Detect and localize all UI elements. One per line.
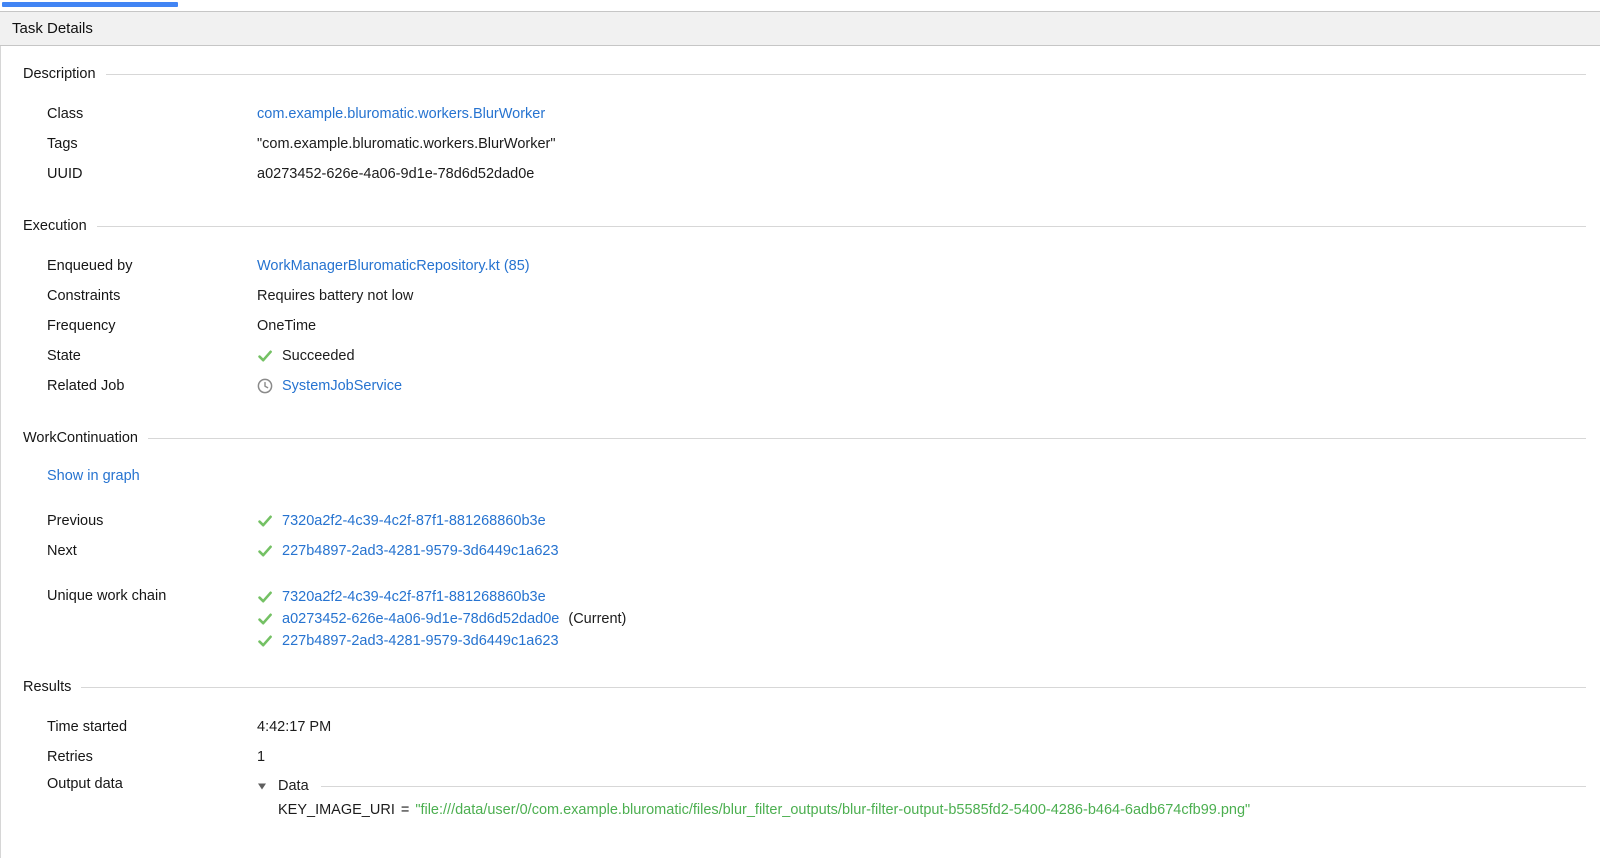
section-work-continuation: WorkContinuation Show in graph Previous … [23, 428, 1586, 650]
section-divider [106, 74, 1586, 75]
chain-suffix-current: (Current) [568, 611, 626, 627]
section-title-results: Results [23, 679, 71, 695]
constraints-value: Requires battery not low [257, 288, 413, 304]
unique-work-chain-label: Unique work chain [47, 588, 257, 604]
section-title-work-continuation: WorkContinuation [23, 430, 138, 446]
related-job-link[interactable]: SystemJobService [282, 378, 402, 394]
constraints-label: Constraints [47, 288, 257, 304]
clock-icon [257, 378, 273, 394]
chain-uuid-link[interactable]: 7320a2f2-4c39-4c2f-87f1-881268860b3e [282, 589, 546, 605]
frequency-label: Frequency [47, 318, 257, 334]
row-class: Class com.example.bluromatic.workers.Blu… [47, 99, 1586, 129]
time-started-label: Time started [47, 719, 257, 735]
section-results: Results Time started 4:42:17 PM Retries … [23, 677, 1586, 821]
section-divider [148, 438, 1586, 439]
section-execution: Execution Enqueued by WorkManagerBluroma… [23, 216, 1586, 401]
chain-uuid-link[interactable]: a0273452-626e-4a06-9d1e-78d6d52dad0e [282, 611, 559, 627]
row-time-started: Time started 4:42:17 PM [47, 712, 1586, 742]
task-details-panel: Description Class com.example.bluromatic… [0, 46, 1600, 858]
class-link[interactable]: com.example.bluromatic.workers.BlurWorke… [257, 106, 545, 122]
section-divider [81, 687, 1586, 688]
uuid-value: a0273452-626e-4a06-9d1e-78d6d52dad0e [257, 166, 534, 182]
section-description: Description Class com.example.bluromatic… [23, 64, 1586, 189]
related-job-label: Related Job [47, 378, 257, 394]
state-label: State [47, 348, 257, 364]
chain-uuid-link[interactable]: 227b4897-2ad3-4281-9579-3d6449c1a623 [282, 633, 559, 649]
row-output-data: Output data Data KEY_IMAGE_URI = "file:/… [47, 772, 1586, 821]
tags-value: "com.example.bluromatic.workers.BlurWork… [257, 136, 556, 152]
output-data-group: Data KEY_IMAGE_URI = "file:///data/user/… [257, 776, 1586, 821]
row-uuid: UUID a0273452-626e-4a06-9d1e-78d6d52dad0… [47, 159, 1586, 189]
row-unique-work-chain: Unique work chain 7320a2f2-4c39-4c2f-87f… [47, 584, 1586, 650]
enqueued-by-link[interactable]: WorkManagerBluromaticRepository.kt (85) [257, 258, 530, 274]
success-check-icon [257, 348, 273, 364]
class-label: Class [47, 106, 257, 122]
panel-header: Task Details [0, 11, 1600, 46]
retries-label: Retries [47, 749, 257, 765]
success-check-icon [257, 589, 273, 605]
chain-item: a0273452-626e-4a06-9d1e-78d6d52dad0e (Cu… [257, 610, 626, 628]
data-divider [321, 786, 1586, 787]
next-uuid-link[interactable]: 227b4897-2ad3-4281-9579-3d6449c1a623 [282, 543, 559, 559]
row-next: Next 227b4897-2ad3-4281-9579-3d6449c1a62… [47, 536, 1586, 566]
output-key-value: KEY_IMAGE_URI = "file:///data/user/0/com… [278, 799, 1586, 821]
output-key-name: KEY_IMAGE_URI [278, 802, 395, 818]
success-check-icon [257, 543, 273, 559]
previous-uuid-link[interactable]: 7320a2f2-4c39-4c2f-87f1-881268860b3e [282, 513, 546, 529]
success-check-icon [257, 633, 273, 649]
row-previous: Previous 7320a2f2-4c39-4c2f-87f1-8812688… [47, 506, 1586, 536]
tags-label: Tags [47, 136, 257, 152]
triangle-down-icon [257, 781, 267, 791]
row-tags: Tags "com.example.bluromatic.workers.Blu… [47, 129, 1586, 159]
section-divider [97, 226, 1586, 227]
equals-sign: = [401, 802, 409, 818]
row-state: State Succeeded [47, 341, 1586, 371]
panel-title: Task Details [12, 20, 93, 37]
show-in-graph-link[interactable]: Show in graph [47, 468, 140, 484]
row-retries: Retries 1 [47, 742, 1586, 772]
output-data-label: Output data [47, 776, 257, 792]
frequency-value: OneTime [257, 318, 316, 334]
state-value: Succeeded [282, 348, 355, 364]
output-key-uri: "file:///data/user/0/com.example.bluroma… [415, 802, 1250, 818]
row-enqueued-by: Enqueued by WorkManagerBluromaticReposit… [47, 251, 1586, 281]
success-check-icon [257, 513, 273, 529]
row-frequency: Frequency OneTime [47, 311, 1586, 341]
data-expander[interactable]: Data [257, 776, 1586, 796]
previous-label: Previous [47, 513, 257, 529]
time-started-value: 4:42:17 PM [257, 719, 331, 735]
chain-item: 227b4897-2ad3-4281-9579-3d6449c1a623 [257, 632, 626, 650]
active-tab-indicator [2, 2, 178, 7]
next-label: Next [47, 543, 257, 559]
section-title-description: Description [23, 66, 96, 82]
chain-item: 7320a2f2-4c39-4c2f-87f1-881268860b3e [257, 588, 626, 606]
data-group-label: Data [278, 778, 309, 794]
section-title-execution: Execution [23, 218, 87, 234]
uuid-label: UUID [47, 166, 257, 182]
success-check-icon [257, 611, 273, 627]
row-constraints: Constraints Requires battery not low [47, 281, 1586, 311]
retries-value: 1 [257, 749, 265, 765]
tab-strip [0, 0, 1600, 11]
enqueued-by-label: Enqueued by [47, 258, 257, 274]
row-related-job: Related Job SystemJobService [47, 371, 1586, 401]
